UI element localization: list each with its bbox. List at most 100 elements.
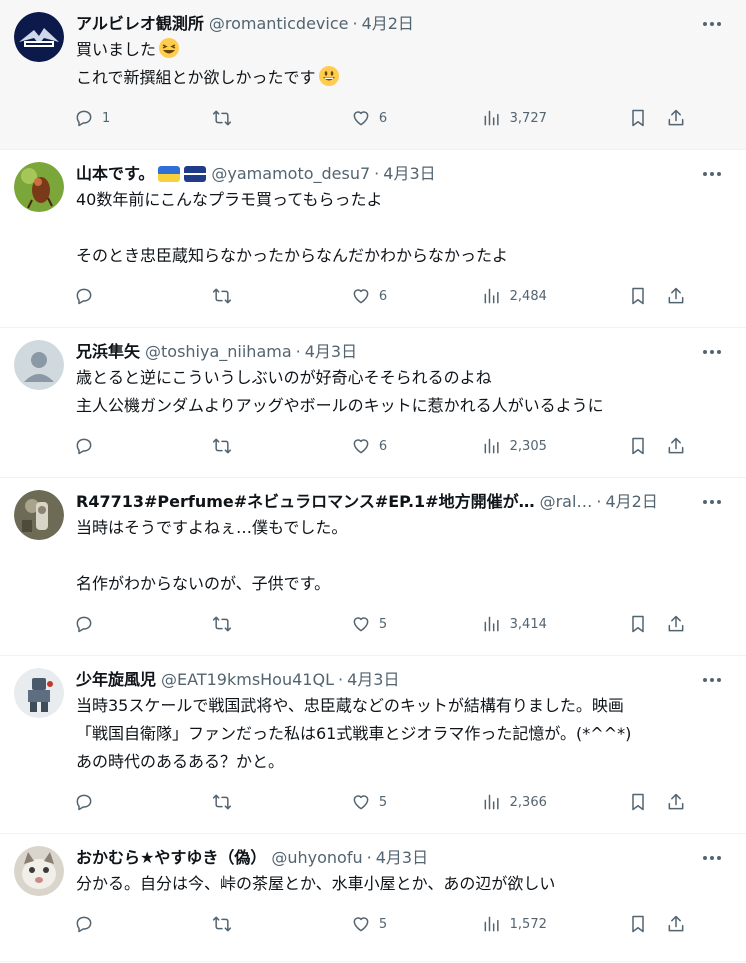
bookmark-button[interactable] <box>628 286 666 306</box>
grinning-squinting-emoji-icon <box>159 38 180 58</box>
tweet[interactable]: R47713#Perfume#ネビュラロマンス#EP.1#地方開催が… @ral… <box>0 478 746 656</box>
retweet-icon <box>213 916 232 932</box>
tweet-date[interactable]: 4月2日 <box>362 12 414 36</box>
default-avatar[interactable] <box>14 340 64 390</box>
bookmark-button[interactable] <box>628 614 666 634</box>
more-horizontal-icon <box>703 856 721 860</box>
avatar[interactable] <box>14 490 64 540</box>
tweet-text: 40数年前にこんなプラモ買ってもらったよ そのとき忠臣蔵知らなかったからなんだか… <box>76 186 694 270</box>
more-options-button[interactable] <box>700 14 724 34</box>
views-button[interactable]: 1,572 <box>482 914 628 934</box>
share-button[interactable] <box>666 436 694 456</box>
views-button[interactable]: 2,305 <box>482 436 628 456</box>
more-options-button[interactable] <box>700 164 724 184</box>
more-options-button[interactable] <box>700 670 724 690</box>
tweet-date[interactable]: 4月3日 <box>305 340 357 364</box>
avatar[interactable] <box>14 846 64 896</box>
retweet-button[interactable] <box>212 792 350 812</box>
tweet-line <box>76 542 694 570</box>
more-options-button[interactable] <box>700 848 724 868</box>
avatar[interactable] <box>14 12 64 62</box>
like-icon <box>353 289 369 304</box>
tweet-line: 歳とると逆にこういうしぶいのが好奇心そそられるのよね <box>76 368 492 387</box>
display-name[interactable]: R47713#Perfume#ネビュラロマンス#EP.1#地方開催が… <box>76 490 535 514</box>
retweet-button[interactable] <box>212 436 350 456</box>
like-button[interactable]: 6 <box>351 436 482 456</box>
share-button[interactable] <box>666 614 694 634</box>
share-icon <box>668 793 683 810</box>
separator-dot: · <box>295 342 301 361</box>
views-button[interactable]: 2,366 <box>482 792 628 812</box>
reply-button[interactable] <box>74 614 212 634</box>
tweet-line: 40数年前にこんなプラモ買ってもらったよ <box>76 190 383 209</box>
display-name[interactable]: 少年旋風児 <box>76 668 156 692</box>
like-count: 5 <box>378 794 388 810</box>
retweet-button[interactable] <box>212 914 350 934</box>
user-handle[interactable]: @toshiya_niihama <box>145 340 292 364</box>
more-horizontal-icon <box>703 22 721 26</box>
more-options-button[interactable] <box>700 492 724 512</box>
tweet-line: 名作がわからないのが、子供です。 <box>76 574 331 593</box>
like-button[interactable]: 6 <box>351 108 482 128</box>
separator-dot: · <box>366 848 372 867</box>
bookmark-icon <box>631 437 644 455</box>
tweet[interactable]: アルビレオ観測所 @romanticdevice · 4月2日 買いました これ… <box>0 0 746 150</box>
like-icon <box>353 617 369 632</box>
display-name[interactable]: おかむら★やすゆき（偽） <box>76 846 266 870</box>
views-button[interactable]: 3,414 <box>482 614 628 634</box>
tweet-line: あの時代のあるある？かと。 <box>76 752 285 771</box>
display-name[interactable]: 兄浜隼矢 <box>76 340 140 364</box>
display-name[interactable]: アルビレオ観測所 <box>76 12 204 36</box>
retweet-button[interactable] <box>212 286 350 306</box>
user-handle[interactable]: @uhyonofu <box>271 846 362 870</box>
view-count: 2,366 <box>509 794 547 810</box>
more-options-button[interactable] <box>700 342 724 362</box>
reply-button[interactable]: 1 <box>74 108 212 128</box>
reply-button[interactable] <box>74 436 212 456</box>
user-handle[interactable]: @yamamoto_desu7 <box>211 162 370 186</box>
avatar[interactable] <box>14 162 64 212</box>
reply-button[interactable] <box>74 286 212 306</box>
view-count: 2,484 <box>509 288 547 304</box>
share-button[interactable] <box>666 108 694 128</box>
views-button[interactable]: 2,484 <box>482 286 628 306</box>
tweet-date[interactable]: 4月3日 <box>383 162 435 186</box>
bookmark-icon <box>631 793 644 811</box>
tweet-line: そのとき忠臣蔵知らなかったからなんだかわからなかったよ <box>76 246 509 265</box>
avatar[interactable] <box>14 668 64 718</box>
like-button[interactable]: 5 <box>351 914 482 934</box>
like-icon <box>353 439 369 454</box>
reply-icon <box>76 438 92 455</box>
share-button[interactable] <box>666 792 694 812</box>
display-name[interactable]: 山本です。 <box>76 162 154 186</box>
user-handle[interactable]: @ral… <box>540 490 593 514</box>
share-button[interactable] <box>666 914 694 934</box>
retweet-button[interactable] <box>212 108 350 128</box>
reply-icon <box>76 288 92 305</box>
reply-button[interactable] <box>74 792 212 812</box>
tweet-date[interactable]: 4月2日 <box>606 490 658 514</box>
views-icon <box>484 794 499 810</box>
like-icon <box>353 795 369 810</box>
tweet[interactable]: 山本です。 @yamamoto_desu7 · 4月3日 40数年前にこんなプラ… <box>0 150 746 328</box>
user-handle[interactable]: @romanticdevice <box>209 12 349 36</box>
tweet-date[interactable]: 4月3日 <box>376 846 428 870</box>
tweet[interactable]: おかむら★やすゆき（偽） @uhyonofu · 4月3日 分かる。自分は今、峠… <box>0 834 746 962</box>
tweet[interactable]: 少年旋風児 @EAT19kmsHou41QL · 4月3日 当時35スケールで戦… <box>0 656 746 834</box>
share-button[interactable] <box>666 286 694 306</box>
bookmark-button[interactable] <box>628 436 666 456</box>
bookmark-button[interactable] <box>628 914 666 934</box>
like-button[interactable]: 5 <box>351 614 482 634</box>
tweet[interactable]: 兄浜隼矢 @toshiya_niihama · 4月3日 歳とると逆にこういうし… <box>0 328 746 478</box>
views-button[interactable]: 3,727 <box>482 108 628 128</box>
like-button[interactable]: 6 <box>351 286 482 306</box>
share-icon <box>668 287 683 304</box>
retweet-button[interactable] <box>212 614 350 634</box>
bookmark-button[interactable] <box>628 792 666 812</box>
like-button[interactable]: 5 <box>351 792 482 812</box>
bookmark-button[interactable] <box>628 108 666 128</box>
reply-button[interactable] <box>74 914 212 934</box>
reply-feed: アルビレオ観測所 @romanticdevice · 4月2日 買いました これ… <box>0 0 746 962</box>
tweet-date[interactable]: 4月3日 <box>347 668 399 692</box>
user-handle[interactable]: @EAT19kmsHou41QL <box>161 668 334 692</box>
